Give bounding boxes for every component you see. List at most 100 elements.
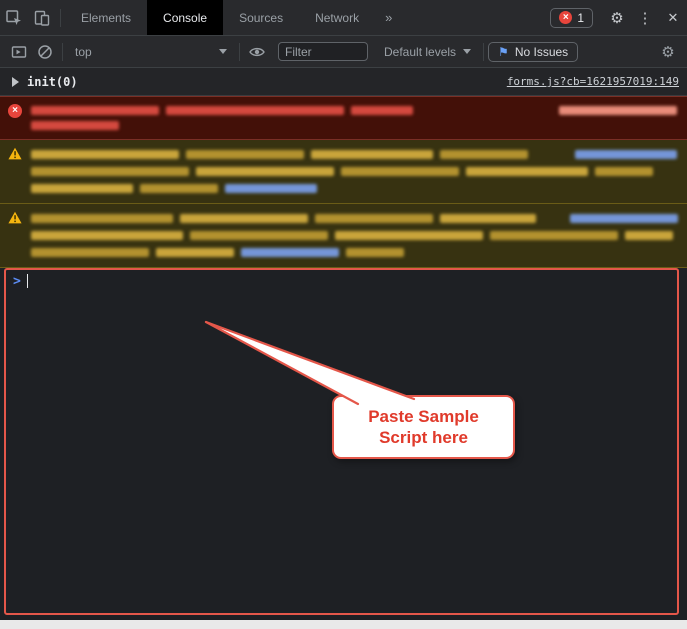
context-selector[interactable]: top — [67, 45, 235, 59]
redacted-text — [595, 167, 653, 176]
redacted-line — [31, 146, 679, 163]
redacted-text — [196, 167, 334, 176]
eye-icon[interactable] — [244, 39, 270, 65]
issues-flag-icon: ⚑ — [498, 45, 509, 59]
source-link[interactable]: forms.js?cb=1621957019:149 — [507, 75, 679, 88]
device-toolbar-icon[interactable] — [28, 0, 56, 35]
redacted-text — [315, 214, 433, 223]
redacted-text — [311, 150, 433, 159]
console-settings-gear-icon[interactable]: ⚙ — [655, 39, 681, 65]
redacted-warning-text — [31, 210, 680, 261]
console-warning-message[interactable] — [0, 204, 687, 268]
log-levels-label: Default levels — [384, 45, 456, 59]
redacted-warning-text — [31, 146, 679, 197]
redacted-line — [31, 103, 679, 118]
redacted-text — [166, 106, 344, 115]
inspect-element-icon[interactable] — [0, 0, 28, 35]
console-sidebar-glyph — [10, 43, 28, 61]
redacted-source-link — [559, 106, 677, 115]
console-prompt-icon: > — [13, 274, 21, 290]
tab-console[interactable]: Console — [147, 0, 223, 35]
log-levels-dropdown[interactable]: Default levels — [376, 45, 479, 59]
error-circle-icon: × — [559, 11, 572, 24]
more-tabs-icon[interactable]: » — [375, 0, 402, 35]
tab-console-label: Console — [163, 11, 207, 25]
console-group-row[interactable]: init(0) forms.js?cb=1621957019:149 — [0, 68, 687, 96]
close-icon[interactable]: ✕ — [659, 0, 687, 35]
redacted-line — [31, 118, 679, 133]
error-count-label: 1 — [577, 11, 584, 25]
redacted-line — [31, 210, 680, 227]
console-toolbar: top Default levels ⚑ No Issues ⚙ — [0, 36, 687, 68]
console-warning-message[interactable] — [0, 140, 687, 204]
divider — [60, 9, 61, 27]
console-group-label: init(0) — [27, 75, 78, 89]
redacted-text — [440, 150, 528, 159]
tab-sources[interactable]: Sources — [223, 0, 299, 35]
redacted-text — [31, 150, 179, 159]
redacted-text — [156, 248, 234, 257]
redacted-text — [490, 231, 618, 240]
divider — [62, 43, 63, 61]
console-error-message[interactable]: × — [0, 96, 687, 140]
redacted-text — [440, 214, 536, 223]
context-selector-value: top — [75, 45, 92, 59]
tab-network-label: Network — [315, 11, 359, 25]
tabbar-spacer — [402, 0, 550, 35]
error-icon: × — [8, 104, 22, 118]
redacted-line — [31, 163, 679, 180]
redacted-text — [180, 214, 308, 223]
redacted-text — [31, 231, 183, 240]
redacted-source-link — [575, 150, 677, 159]
tab-elements[interactable]: Elements — [65, 0, 147, 35]
redacted-text — [625, 231, 673, 240]
redacted-source-link — [241, 248, 339, 257]
filter-input[interactable] — [278, 42, 368, 61]
redacted-line — [31, 227, 680, 244]
redacted-line — [31, 244, 680, 261]
redacted-line — [31, 180, 679, 197]
console-sidebar-icon[interactable] — [6, 39, 32, 65]
redacted-text — [186, 150, 304, 159]
redacted-source-link — [225, 184, 317, 193]
clear-console-icon[interactable] — [32, 39, 58, 65]
no-issues-label: No Issues — [515, 45, 568, 59]
redacted-text — [31, 248, 149, 257]
redacted-text — [140, 184, 218, 193]
warning-triangle-glyph — [8, 147, 22, 160]
expand-triangle-icon[interactable] — [12, 77, 19, 87]
tab-elements-label: Elements — [81, 11, 131, 25]
tab-network[interactable]: Network — [299, 0, 375, 35]
console-input[interactable]: > — [0, 268, 687, 620]
redacted-text — [31, 106, 159, 115]
chevron-down-icon — [463, 49, 471, 54]
device-toolbar-glyph — [33, 9, 51, 27]
clear-console-glyph — [36, 43, 54, 61]
redacted-text — [466, 167, 588, 176]
error-count-badge[interactable]: × 1 — [550, 8, 593, 28]
redacted-text — [31, 214, 173, 223]
redacted-text — [346, 248, 404, 257]
page-background-strip — [0, 620, 687, 629]
kebab-menu-icon[interactable]: ⋮ — [631, 0, 659, 35]
redacted-text — [190, 231, 328, 240]
text-cursor — [27, 274, 28, 288]
divider — [239, 43, 240, 61]
eye-glyph — [248, 43, 266, 61]
redacted-text — [31, 167, 189, 176]
redacted-text — [351, 106, 413, 115]
warning-icon — [8, 211, 22, 261]
devtools-window: Elements Console Sources Network » × 1 ⚙… — [0, 0, 687, 629]
redacted-error-text — [31, 103, 679, 133]
chevron-down-icon — [219, 49, 227, 54]
no-issues-badge[interactable]: ⚑ No Issues — [488, 42, 578, 62]
redacted-source-link — [570, 214, 678, 223]
inspect-element-glyph — [5, 9, 23, 27]
settings-gear-icon[interactable]: ⚙ — [603, 0, 631, 35]
warning-icon — [8, 147, 22, 197]
redacted-text — [341, 167, 459, 176]
redacted-text — [31, 121, 119, 130]
warning-triangle-glyph — [8, 211, 22, 224]
devtools-tabbar: Elements Console Sources Network » × 1 ⚙… — [0, 0, 687, 36]
divider — [483, 43, 484, 61]
